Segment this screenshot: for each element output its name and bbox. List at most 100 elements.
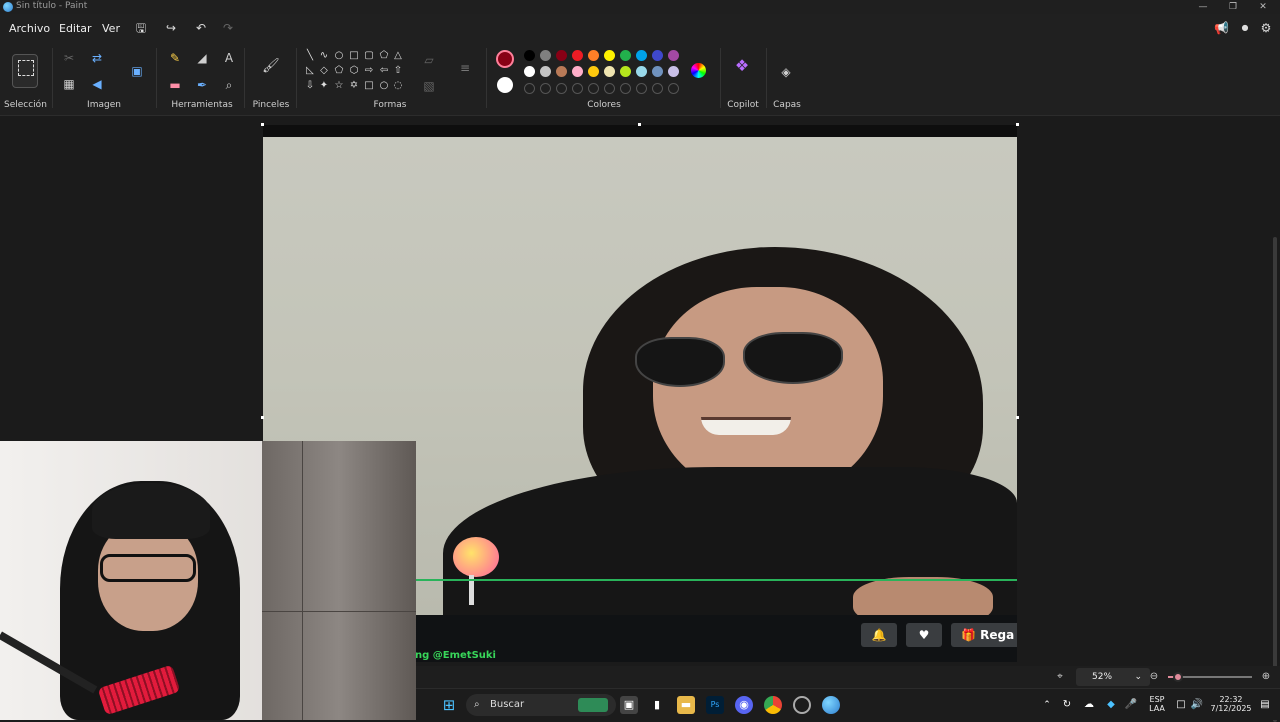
color-swatch[interactable] xyxy=(620,66,631,77)
microphone-icon[interactable]: 🎤 xyxy=(1122,696,1140,714)
fit-to-window-icon[interactable]: ⌖ xyxy=(1052,669,1068,685)
four-point-star-shape-icon[interactable]: ✦ xyxy=(318,80,330,92)
color-swatch[interactable] xyxy=(588,50,599,61)
crop-icon[interactable]: ✂ xyxy=(61,50,77,66)
vertical-scrollbar[interactable] xyxy=(1273,237,1277,722)
copilot-icon[interactable]: ❖ xyxy=(734,58,750,74)
restore-button[interactable]: ❐ xyxy=(1218,0,1248,14)
color-swatch[interactable] xyxy=(540,50,551,61)
down-arrow-shape-icon[interactable]: ⇩ xyxy=(304,80,316,92)
custom-color-slot[interactable] xyxy=(620,83,631,94)
file-explorer-icon[interactable]: ▬ xyxy=(677,696,695,714)
right-triangle-shape-icon[interactable]: ◺ xyxy=(304,65,316,77)
discord-icon[interactable]: ◉ xyxy=(735,696,753,714)
line-shape-icon[interactable]: ╲ xyxy=(304,50,316,62)
resize-handle[interactable] xyxy=(1016,416,1019,419)
resize-handle[interactable] xyxy=(261,123,264,126)
cloud-icon[interactable]: ☁ xyxy=(1080,696,1098,714)
app-icon[interactable]: ▮ xyxy=(648,696,666,714)
custom-color-slot[interactable] xyxy=(524,83,535,94)
sync-icon[interactable]: ↻ xyxy=(1058,696,1076,714)
account-icon[interactable]: ● xyxy=(1238,21,1252,35)
rectangle-shape-icon[interactable]: □ xyxy=(348,50,360,62)
color-swatch[interactable] xyxy=(572,66,583,77)
pencil-icon[interactable]: ✎ xyxy=(167,50,183,66)
save-icon[interactable]: 🖫 xyxy=(134,21,148,35)
resize-handle[interactable] xyxy=(638,123,641,126)
zoom-dropdown[interactable]: 52% ⌄ xyxy=(1076,668,1150,686)
minimize-button[interactable]: — xyxy=(1188,0,1218,14)
color-swatch[interactable] xyxy=(524,50,535,61)
callout-shape-icon[interactable]: □ xyxy=(363,80,375,92)
windows-start-icon[interactable]: ⊞ xyxy=(440,696,458,714)
color-swatch[interactable] xyxy=(572,50,583,61)
oval-callout-shape-icon[interactable]: ○ xyxy=(378,80,390,92)
resize-handle[interactable] xyxy=(261,416,264,419)
pentagon-shape-icon[interactable]: ⬠ xyxy=(333,65,345,77)
rotate-icon[interactable]: ◀ xyxy=(89,76,105,92)
brush-icon[interactable]: 🖌 xyxy=(262,58,280,74)
right-arrow-shape-icon[interactable]: ⇨ xyxy=(363,65,375,77)
zoom-in-icon[interactable]: ⊕ xyxy=(1258,669,1274,685)
custom-color-slot[interactable] xyxy=(588,83,599,94)
zoom-out-icon[interactable]: ⊖ xyxy=(1146,669,1162,685)
magnifier-icon[interactable]: ⌕ xyxy=(221,77,237,93)
zoom-slider-thumb[interactable] xyxy=(1173,672,1184,682)
color-swatch[interactable] xyxy=(668,50,679,61)
left-arrow-shape-icon[interactable]: ⇦ xyxy=(378,65,390,77)
secondary-color[interactable] xyxy=(497,77,513,93)
paint-taskbar-icon[interactable] xyxy=(822,696,840,714)
settings-gear-icon[interactable]: ⚙ xyxy=(1259,21,1273,35)
task-view-icon[interactable]: ▣ xyxy=(620,696,638,714)
color-swatch[interactable] xyxy=(556,66,567,77)
app-icon[interactable] xyxy=(793,696,811,714)
remove-background-icon[interactable]: ▣ xyxy=(129,63,145,79)
custom-color-slot[interactable] xyxy=(556,83,567,94)
menu-file[interactable]: Archivo xyxy=(9,22,50,35)
color-swatch[interactable] xyxy=(604,50,615,61)
custom-color-slot[interactable] xyxy=(668,83,679,94)
volume-icon[interactable]: 🔊 xyxy=(1188,696,1206,714)
app-tray-icon[interactable]: ◆ xyxy=(1102,696,1120,714)
outline-icon[interactable]: ▱ xyxy=(421,52,437,68)
color-picker-icon[interactable]: ✒ xyxy=(194,77,210,93)
diamond-shape-icon[interactable]: ◇ xyxy=(318,65,330,77)
zoom-slider[interactable] xyxy=(1168,672,1252,682)
hexagon-shape-icon[interactable]: ⬡ xyxy=(348,65,360,77)
custom-color-slot[interactable] xyxy=(636,83,647,94)
menu-edit[interactable]: Editar xyxy=(59,22,92,35)
color-swatch[interactable] xyxy=(652,50,663,61)
color-swatch[interactable] xyxy=(604,66,615,77)
undo-icon[interactable]: ↶ xyxy=(194,21,208,35)
color-swatch[interactable] xyxy=(636,50,647,61)
color-swatch[interactable] xyxy=(588,66,599,77)
selection-button[interactable] xyxy=(12,54,38,88)
photoshop-icon[interactable]: Ps xyxy=(706,696,724,714)
custom-color-slot[interactable] xyxy=(540,83,551,94)
custom-color-slot[interactable] xyxy=(572,83,583,94)
layers-icon[interactable]: ◈ xyxy=(778,64,794,80)
rounded-rectangle-shape-icon[interactable]: ▢ xyxy=(363,50,375,62)
primary-color[interactable] xyxy=(496,50,514,68)
color-swatch[interactable] xyxy=(524,66,535,77)
share-icon[interactable]: ↪ xyxy=(164,21,178,35)
color-swatch[interactable] xyxy=(620,50,631,61)
fill-bucket-icon[interactable]: ◢ xyxy=(194,50,210,66)
curve-shape-icon[interactable]: ∿ xyxy=(318,50,330,62)
fill-icon[interactable]: ▧ xyxy=(421,78,437,94)
resize-icon[interactable]: ⇄ xyxy=(89,50,105,66)
language-indicator[interactable]: ESP LAA xyxy=(1144,695,1170,713)
taskbar-search[interactable]: ⌕ Buscar xyxy=(466,694,616,716)
six-point-star-shape-icon[interactable]: ✡ xyxy=(348,80,360,92)
up-arrow-shape-icon[interactable]: ⇧ xyxy=(392,65,404,77)
line-width-icon[interactable]: ≡ xyxy=(457,60,473,76)
redo-icon[interactable]: ↷ xyxy=(221,21,235,35)
custom-color-slot[interactable] xyxy=(604,83,615,94)
color-swatch[interactable] xyxy=(668,66,679,77)
polygon-shape-icon[interactable]: ⬠ xyxy=(378,50,390,62)
triangle-shape-icon[interactable]: △ xyxy=(392,50,404,62)
color-swatch[interactable] xyxy=(652,66,663,77)
oval-shape-icon[interactable]: ○ xyxy=(333,50,345,62)
eraser-icon[interactable]: ▬ xyxy=(167,77,183,93)
edit-colors-icon[interactable] xyxy=(691,63,706,78)
